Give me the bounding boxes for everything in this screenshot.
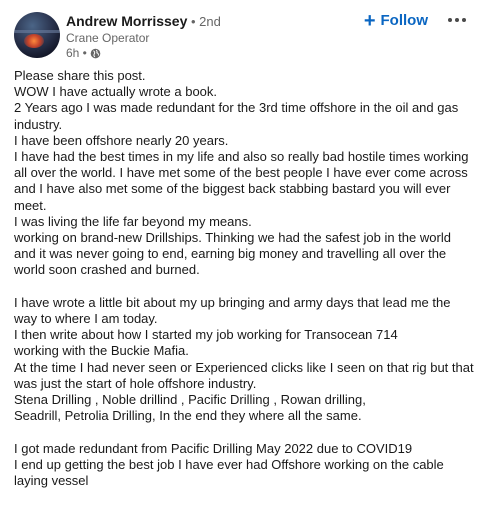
dot: [455, 18, 459, 22]
post-line: I was living the life far beyond my mean…: [14, 213, 252, 229]
post-line: I have wrote a little bit about my up br…: [14, 294, 451, 327]
post-time: 6h •: [66, 46, 221, 61]
post-header: Andrew Morrissey • 2nd Crane Operator 6h…: [14, 10, 474, 60]
post-line: I end up getting the best job I have eve…: [14, 456, 444, 489]
avatar-glow: [24, 34, 44, 48]
author-meta: Andrew Morrissey • 2nd Crane Operator 6h…: [66, 12, 221, 61]
post-line: WOW I have actually wrote a book.: [14, 84, 218, 100]
post-blank-line: [14, 279, 476, 295]
post-blank-line: [14, 424, 476, 440]
post-body: Please share this post. WOW I have actual…: [14, 68, 476, 489]
post-line: Seadrill, Petrolia Drilling, In the end …: [14, 408, 362, 424]
post-line: I have been offshore nearly 20 years.: [14, 132, 229, 148]
post-line: working with the Buckie Mafia.: [14, 343, 189, 359]
author-title: Crane Operator: [66, 31, 150, 45]
post-line: I then write about how I started my job …: [14, 327, 398, 343]
avatar-horizon: [14, 30, 60, 33]
post-line: Stena Drilling , Noble drillind , Pacifi…: [14, 392, 366, 408]
dot: [462, 18, 466, 22]
post-line: At the time I had never seen or Experien…: [14, 359, 474, 391]
post-line: I got made redundant from Pacific Drilli…: [14, 440, 413, 456]
post-line: I have had the best times in my life and…: [14, 149, 469, 213]
follow-label: Follow: [380, 12, 429, 29]
dot: [448, 18, 452, 22]
post-line: Please share this post.: [14, 68, 146, 83]
follow-button[interactable]: + Follow: [363, 9, 429, 32]
author-name-line: Andrew Morrissey • 2nd: [66, 12, 221, 31]
globe-icon: [90, 48, 101, 59]
avatar[interactable]: [14, 12, 60, 58]
post-time-text: 6h •: [66, 46, 87, 60]
plus-icon: +: [363, 9, 376, 32]
connection-degree: • 2nd: [187, 14, 221, 29]
post-line: working on brand-new Drillships. Thinkin…: [14, 230, 451, 278]
post-line: 2 Years ago I was made redundant for the…: [14, 100, 459, 132]
more-options-icon[interactable]: [442, 8, 472, 32]
author-name[interactable]: Andrew Morrissey: [66, 13, 187, 29]
